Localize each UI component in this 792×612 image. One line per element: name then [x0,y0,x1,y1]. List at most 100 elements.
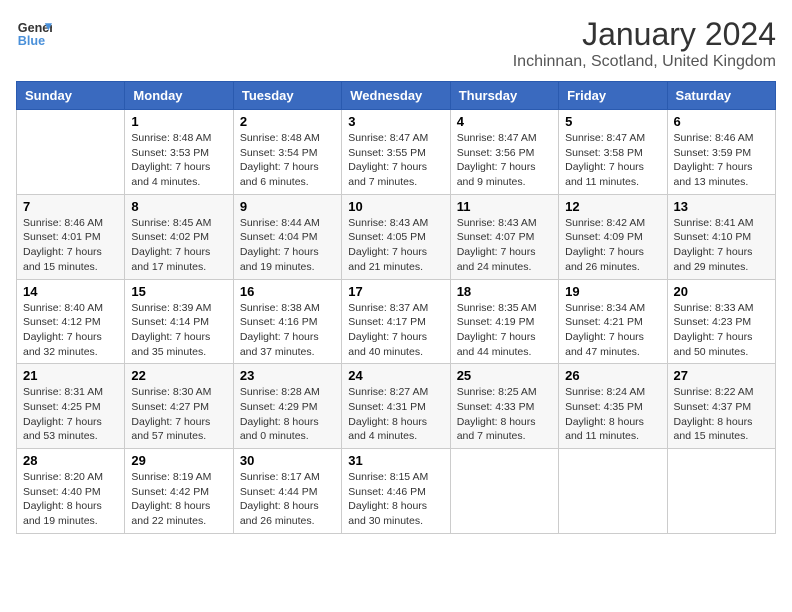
cell-sunrise: Sunrise: 8:44 AM [240,216,335,231]
cell-sunrise: Sunrise: 8:22 AM [674,385,769,400]
header-row: Sunday Monday Tuesday Wednesday Thursday… [17,82,776,110]
calendar-subtitle: Inchinnan, Scotland, United Kingdom [513,53,776,71]
cell-info: Sunrise: 8:28 AM Sunset: 4:29 PM Dayligh… [240,385,335,444]
cell-sunrise: Sunrise: 8:38 AM [240,301,335,316]
cell-sunset: Sunset: 4:31 PM [348,400,443,415]
calendar-cell: 4 Sunrise: 8:47 AM Sunset: 3:56 PM Dayli… [450,110,558,195]
cell-date-num: 15 [131,284,226,299]
cell-info: Sunrise: 8:47 AM Sunset: 3:58 PM Dayligh… [565,131,660,190]
cell-info: Sunrise: 8:43 AM Sunset: 4:07 PM Dayligh… [457,216,552,275]
cell-daylight: Daylight: 7 hours and 6 minutes. [240,160,335,189]
cell-date-num: 22 [131,368,226,383]
calendar-cell: 11 Sunrise: 8:43 AM Sunset: 4:07 PM Dayl… [450,194,558,279]
cell-sunset: Sunset: 4:29 PM [240,400,335,415]
cell-daylight: Daylight: 8 hours and 0 minutes. [240,415,335,444]
cell-sunrise: Sunrise: 8:43 AM [457,216,552,231]
cell-info: Sunrise: 8:44 AM Sunset: 4:04 PM Dayligh… [240,216,335,275]
calendar-cell: 9 Sunrise: 8:44 AM Sunset: 4:04 PM Dayli… [233,194,341,279]
cell-info: Sunrise: 8:41 AM Sunset: 4:10 PM Dayligh… [674,216,769,275]
cell-sunset: Sunset: 4:37 PM [674,400,769,415]
cell-date-num: 2 [240,114,335,129]
cell-sunrise: Sunrise: 8:15 AM [348,470,443,485]
cell-sunrise: Sunrise: 8:30 AM [131,385,226,400]
cell-date-num: 16 [240,284,335,299]
cell-daylight: Daylight: 7 hours and 9 minutes. [457,160,552,189]
cell-date-num: 24 [348,368,443,383]
cell-sunset: Sunset: 4:21 PM [565,315,660,330]
logo-icon: General Blue [16,16,52,52]
calendar-cell: 21 Sunrise: 8:31 AM Sunset: 4:25 PM Dayl… [17,364,125,449]
cell-date-num: 9 [240,199,335,214]
cell-sunrise: Sunrise: 8:41 AM [674,216,769,231]
cell-sunrise: Sunrise: 8:46 AM [674,131,769,146]
calendar-cell: 23 Sunrise: 8:28 AM Sunset: 4:29 PM Dayl… [233,364,341,449]
cell-daylight: Daylight: 7 hours and 4 minutes. [131,160,226,189]
cell-info: Sunrise: 8:42 AM Sunset: 4:09 PM Dayligh… [565,216,660,275]
cell-sunset: Sunset: 4:05 PM [348,230,443,245]
cell-daylight: Daylight: 7 hours and 17 minutes. [131,245,226,274]
calendar-cell: 19 Sunrise: 8:34 AM Sunset: 4:21 PM Dayl… [559,279,667,364]
cell-daylight: Daylight: 7 hours and 24 minutes. [457,245,552,274]
cell-daylight: Daylight: 7 hours and 11 minutes. [565,160,660,189]
cell-daylight: Daylight: 8 hours and 11 minutes. [565,415,660,444]
cell-daylight: Daylight: 7 hours and 44 minutes. [457,330,552,359]
calendar-cell: 13 Sunrise: 8:41 AM Sunset: 4:10 PM Dayl… [667,194,775,279]
cell-info: Sunrise: 8:39 AM Sunset: 4:14 PM Dayligh… [131,301,226,360]
cell-sunrise: Sunrise: 8:45 AM [131,216,226,231]
cell-date-num: 1 [131,114,226,129]
cell-date-num: 30 [240,453,335,468]
cell-date-num: 12 [565,199,660,214]
cell-date-num: 11 [457,199,552,214]
calendar-cell [667,449,775,534]
cell-info: Sunrise: 8:37 AM Sunset: 4:17 PM Dayligh… [348,301,443,360]
cell-sunrise: Sunrise: 8:24 AM [565,385,660,400]
cell-info: Sunrise: 8:24 AM Sunset: 4:35 PM Dayligh… [565,385,660,444]
calendar-cell: 29 Sunrise: 8:19 AM Sunset: 4:42 PM Dayl… [125,449,233,534]
cell-date-num: 18 [457,284,552,299]
col-wednesday: Wednesday [342,82,450,110]
calendar-cell: 10 Sunrise: 8:43 AM Sunset: 4:05 PM Dayl… [342,194,450,279]
cell-info: Sunrise: 8:34 AM Sunset: 4:21 PM Dayligh… [565,301,660,360]
calendar-table: Sunday Monday Tuesday Wednesday Thursday… [16,81,776,534]
cell-sunrise: Sunrise: 8:35 AM [457,301,552,316]
cell-info: Sunrise: 8:47 AM Sunset: 3:56 PM Dayligh… [457,131,552,190]
cell-sunrise: Sunrise: 8:42 AM [565,216,660,231]
cell-sunset: Sunset: 4:17 PM [348,315,443,330]
cell-daylight: Daylight: 8 hours and 30 minutes. [348,499,443,528]
cell-date-num: 29 [131,453,226,468]
cell-sunset: Sunset: 3:55 PM [348,146,443,161]
cell-info: Sunrise: 8:40 AM Sunset: 4:12 PM Dayligh… [23,301,118,360]
cell-daylight: Daylight: 7 hours and 50 minutes. [674,330,769,359]
cell-info: Sunrise: 8:15 AM Sunset: 4:46 PM Dayligh… [348,470,443,529]
cell-date-num: 10 [348,199,443,214]
cell-sunset: Sunset: 3:56 PM [457,146,552,161]
cell-date-num: 19 [565,284,660,299]
col-tuesday: Tuesday [233,82,341,110]
cell-daylight: Daylight: 7 hours and 21 minutes. [348,245,443,274]
cell-info: Sunrise: 8:48 AM Sunset: 3:54 PM Dayligh… [240,131,335,190]
calendar-cell [450,449,558,534]
cell-daylight: Daylight: 7 hours and 15 minutes. [23,245,118,274]
cell-date-num: 6 [674,114,769,129]
cell-info: Sunrise: 8:27 AM Sunset: 4:31 PM Dayligh… [348,385,443,444]
cell-sunset: Sunset: 4:23 PM [674,315,769,330]
cell-daylight: Daylight: 7 hours and 19 minutes. [240,245,335,274]
cell-sunset: Sunset: 3:59 PM [674,146,769,161]
cell-sunrise: Sunrise: 8:47 AM [348,131,443,146]
cell-sunrise: Sunrise: 8:25 AM [457,385,552,400]
cell-info: Sunrise: 8:25 AM Sunset: 4:33 PM Dayligh… [457,385,552,444]
cell-sunset: Sunset: 4:27 PM [131,400,226,415]
calendar-cell: 12 Sunrise: 8:42 AM Sunset: 4:09 PM Dayl… [559,194,667,279]
cell-sunrise: Sunrise: 8:34 AM [565,301,660,316]
cell-daylight: Daylight: 8 hours and 4 minutes. [348,415,443,444]
cell-date-num: 20 [674,284,769,299]
cell-date-num: 3 [348,114,443,129]
cell-info: Sunrise: 8:38 AM Sunset: 4:16 PM Dayligh… [240,301,335,360]
cell-date-num: 8 [131,199,226,214]
cell-sunrise: Sunrise: 8:27 AM [348,385,443,400]
calendar-week-5: 28 Sunrise: 8:20 AM Sunset: 4:40 PM Dayl… [17,449,776,534]
cell-daylight: Daylight: 8 hours and 19 minutes. [23,499,118,528]
cell-daylight: Daylight: 7 hours and 53 minutes. [23,415,118,444]
calendar-cell: 3 Sunrise: 8:47 AM Sunset: 3:55 PM Dayli… [342,110,450,195]
cell-sunrise: Sunrise: 8:33 AM [674,301,769,316]
